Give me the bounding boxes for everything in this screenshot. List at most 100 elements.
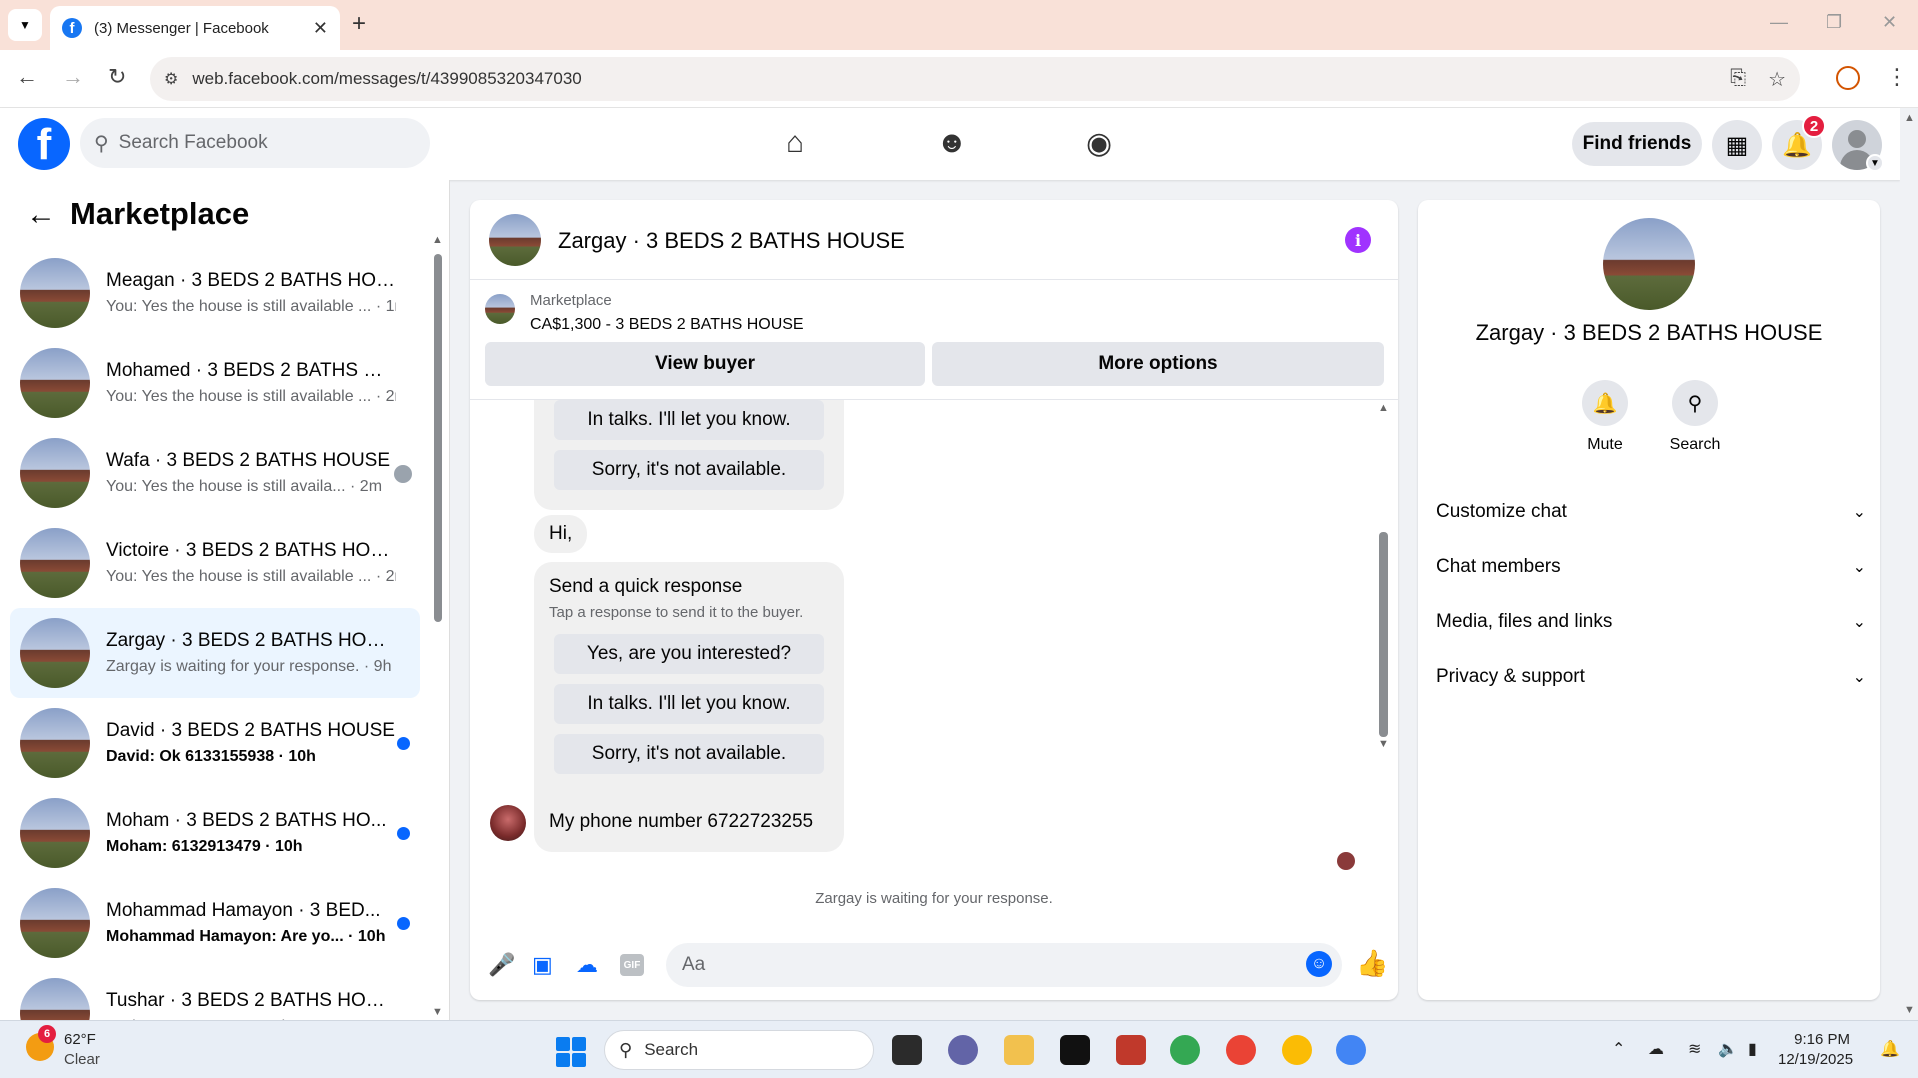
sender-avatar[interactable] [490,805,526,841]
file-explorer-icon[interactable] [1004,1035,1034,1065]
quick-reply-button[interactable]: Sorry, it's not available. [554,734,824,774]
chrome-icon[interactable] [1170,1035,1200,1065]
clock-time[interactable]: 9:16 PM [1778,1031,1850,1048]
info-icon[interactable]: i [1345,227,1371,253]
search-in-conversation-button[interactable]: ⚲ Search [1650,380,1740,454]
chat-title[interactable]: Zargay · 3 BEDS 2 BATHS HOUSE [558,228,905,254]
tab-search-button[interactable]: ▼ [8,9,42,41]
battery-icon[interactable]: ▮ [1748,1039,1757,1059]
friends-icon[interactable]: ☻ [936,126,968,160]
task-view-icon[interactable] [892,1035,922,1065]
chrome-profile-icon[interactable] [1336,1035,1366,1065]
forward-arrow-icon[interactable]: → [62,64,84,90]
facebook-logo-icon[interactable]: f [18,118,70,170]
back-arrow-icon[interactable]: ← [26,198,56,232]
quick-response-hint: Tap a response to send it to the buyer. [549,604,804,621]
facebook-search-input[interactable]: ⚲ Search Facebook [80,118,430,168]
scroll-up-icon[interactable]: ▲ [432,234,443,246]
scroll-up-icon[interactable]: ▲ [1904,112,1915,124]
weather-condition[interactable]: Clear [64,1051,100,1068]
quick-reply-button[interactable]: In talks. I'll let you know. [554,684,824,724]
address-bar[interactable]: ⚙ web.facebook.com/messages/t/4399085320… [150,57,1800,101]
browser-tab-messenger[interactable]: f (3) Messenger | Facebook ✕ [50,6,340,50]
conversation-preview: You: Yes the house is still available ..… [106,568,372,585]
view-buyer-button[interactable]: View buyer [485,342,925,386]
page-scrollbar[interactable]: ▲ ▼ [1900,108,1918,1020]
scroll-down-icon[interactable]: ▼ [1378,738,1389,750]
conversation-item[interactable]: Mohammad Hamayon · 3 BED... Mohammad Hama… [10,878,420,968]
notification-bell-icon[interactable]: 🔔 [1880,1039,1900,1059]
new-tab-button[interactable]: + [352,10,366,38]
snipping-tool-icon[interactable] [1116,1035,1146,1065]
chevron-down-icon[interactable]: ▼ [1866,154,1884,172]
scrollbar-thumb[interactable] [434,254,442,622]
browser-menu-icon[interactable]: ⋮ [1886,64,1908,90]
weather-temperature[interactable]: 62°F [64,1031,96,1048]
close-icon[interactable]: ✕ [313,18,328,39]
home-icon[interactable]: ⌂ [786,126,804,160]
chrome-profile-icon[interactable] [1226,1035,1256,1065]
site-settings-icon[interactable]: ⚙ [164,69,178,89]
find-friends-button[interactable]: Find friends [1572,122,1702,166]
volume-icon[interactable]: 🔈 [1718,1039,1738,1059]
browser-profile-icon[interactable] [1836,66,1860,90]
menu-grid-button[interactable]: ▦ [1712,120,1762,170]
gif-icon[interactable]: GIF [620,954,644,976]
chevron-down-icon: ⌄ [1852,559,1866,576]
restore-icon[interactable]: ❐ [1826,12,1842,33]
microphone-icon[interactable]: 🎤 [488,952,515,978]
quick-reply-button[interactable]: Yes, are you interested? [554,634,824,674]
capcut-icon[interactable] [1060,1035,1090,1065]
bookmark-star-icon[interactable]: ☆ [1768,67,1786,92]
message-area: In talks. I'll let you know. Sorry, it's… [470,400,1398,920]
more-options-button[interactable]: More options [932,342,1384,386]
groups-icon[interactable]: ◉ [1086,126,1112,161]
conversation-avatar [20,528,90,598]
clock-date[interactable]: 12/19/2025 [1778,1051,1853,1068]
conversation-item[interactable]: Moham · 3 BEDS 2 BATHS HO... Moham: 61329… [10,788,420,878]
back-arrow-icon[interactable]: ← [16,64,38,90]
chat-scrollbar[interactable]: ▲ ▼ [1378,402,1389,920]
cloud-off-icon[interactable]: ☁ [1648,1039,1664,1059]
section-chat-members[interactable]: Chat members ⌄ [1436,547,1866,587]
section-customize-chat[interactable]: Customize chat ⌄ [1436,492,1866,532]
conversation-item[interactable]: Wafa · 3 BEDS 2 BATHS HOUSE You: Yes the … [10,428,420,518]
scrollbar-thumb[interactable] [1379,532,1388,737]
contact-avatar[interactable] [1603,218,1695,310]
mute-label: Mute [1587,436,1623,453]
photo-icon[interactable]: ▣ [532,952,553,978]
conversation-item[interactable]: Mohamed · 3 BEDS 2 BATHS HO... You: Yes t… [10,338,420,428]
emoji-icon[interactable]: ☺ [1306,951,1332,977]
install-app-icon[interactable]: ⎘ [1730,67,1746,92]
sticker-icon[interactable]: ☁ [576,952,598,978]
conversation-item[interactable]: Meagan · 3 BEDS 2 BATHS HOUSE You: Yes th… [10,248,420,338]
conversation-list: Meagan · 3 BEDS 2 BATHS HOUSE You: Yes th… [10,248,420,1058]
conversation-item[interactable]: David · 3 BEDS 2 BATHS HOUSE David: Ok 61… [10,698,420,788]
scroll-down-icon[interactable]: ▼ [1904,1004,1915,1016]
browser-toolbar: ← → ↻ ⚙ web.facebook.com/messages/t/4399… [0,50,1918,108]
quick-reply-button[interactable]: Sorry, it's not available. [554,450,824,490]
scroll-up-icon[interactable]: ▲ [1378,402,1389,414]
section-media-files-links[interactable]: Media, files and links ⌄ [1436,602,1866,642]
chevron-up-icon[interactable]: ⌃ [1612,1039,1625,1059]
sidebar-scrollbar[interactable]: ▲ ▼ [432,234,443,1018]
thumbs-up-icon[interactable]: 👍 [1356,948,1388,979]
chrome-profile-icon[interactable] [1282,1035,1312,1065]
conversation-preview: Moham: 6132913479 [106,838,261,855]
window-close-icon[interactable]: ✕ [1882,12,1897,33]
message-input[interactable]: Aa [666,943,1342,987]
reload-icon[interactable]: ↻ [108,64,126,90]
quick-reply-button[interactable]: In talks. I'll let you know. [554,400,824,440]
wifi-icon[interactable]: ≋ [1688,1039,1701,1059]
taskbar-search-input[interactable]: ⚲ Search [604,1030,874,1070]
teams-chat-icon[interactable] [948,1035,978,1065]
conversation-item[interactable]: Victoire · 3 BEDS 2 BATHS HOUSE You: Yes … [10,518,420,608]
chat-avatar[interactable] [489,214,541,266]
scroll-down-icon[interactable]: ▼ [432,1006,443,1018]
minimize-icon[interactable]: — [1770,12,1788,33]
section-privacy-support[interactable]: Privacy & support ⌄ [1436,657,1866,697]
conversation-item[interactable]: Zargay · 3 BEDS 2 BATHS HOUSE Zargay is w… [10,608,420,698]
mute-button[interactable]: 🔔 Mute [1560,380,1650,454]
windows-start-icon[interactable] [556,1037,586,1067]
conversation-time: 10h [274,838,303,855]
